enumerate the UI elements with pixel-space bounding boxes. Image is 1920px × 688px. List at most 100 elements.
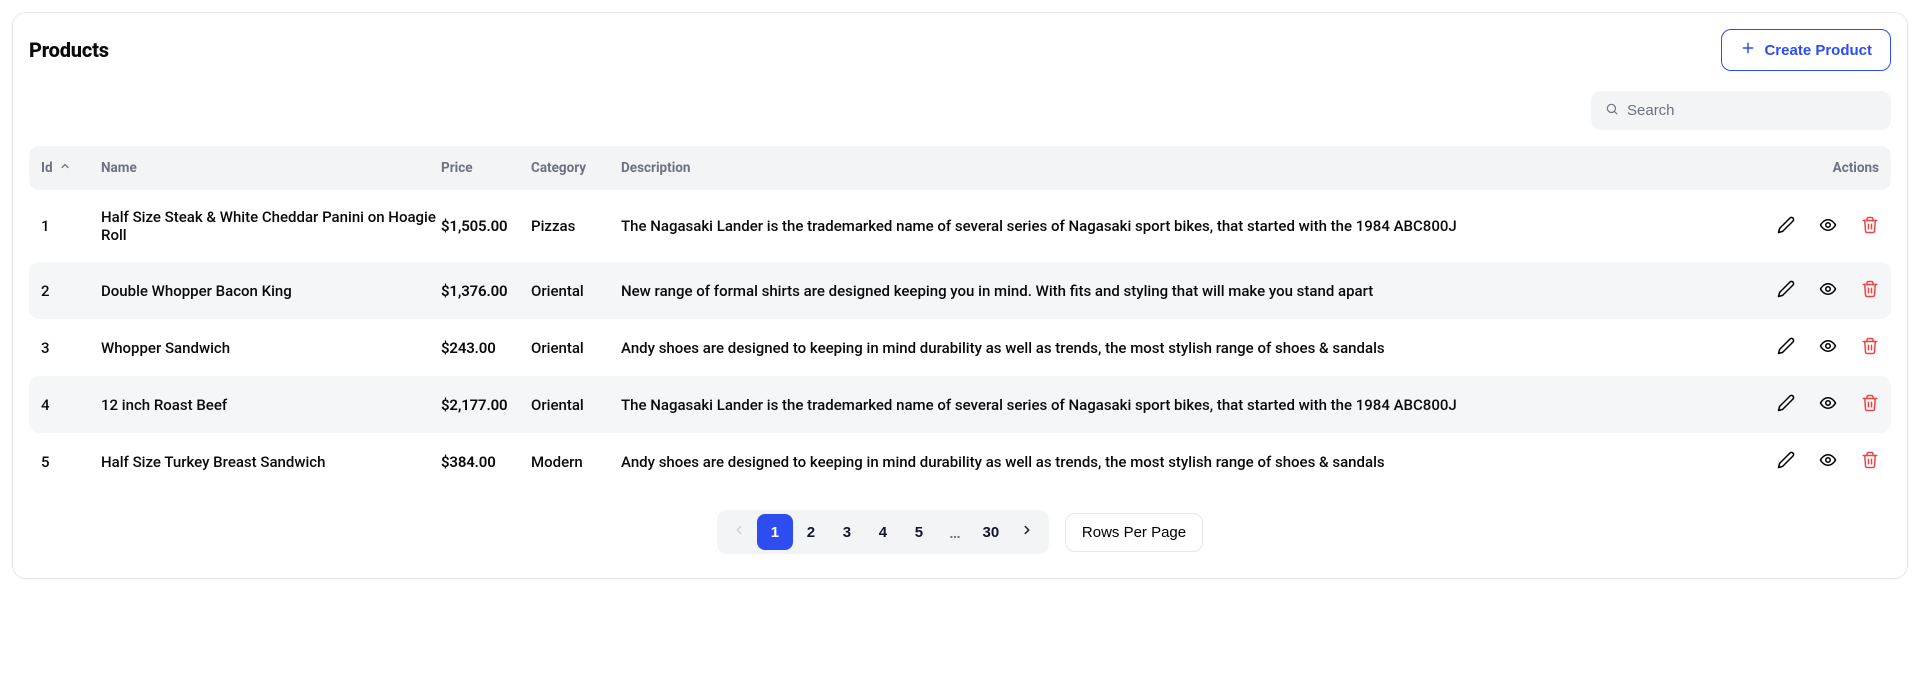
eye-icon (1819, 394, 1837, 415)
edit-button[interactable] (1777, 216, 1795, 237)
cell-id: 3 (41, 339, 101, 357)
view-button[interactable] (1819, 216, 1837, 237)
header-row: Products Create Product (29, 29, 1891, 71)
eye-icon (1819, 280, 1837, 301)
cell-category: Pizzas (531, 217, 621, 235)
search-input[interactable] (1627, 102, 1877, 119)
cell-name: Half Size Steak & White Cheddar Panini o… (101, 208, 441, 244)
edit-button[interactable] (1777, 451, 1795, 472)
pagination-page-2[interactable]: 2 (793, 514, 829, 550)
pagination-page-5[interactable]: 5 (901, 514, 937, 550)
eye-icon (1819, 216, 1837, 237)
pagination-prev[interactable] (721, 514, 757, 550)
view-button[interactable] (1819, 451, 1837, 472)
column-header-price[interactable]: Price (441, 160, 531, 176)
delete-button[interactable] (1861, 337, 1879, 358)
eye-icon (1819, 451, 1837, 472)
table-footer: 12345 … 30 Rows Per Page (29, 510, 1891, 554)
search-wrap (29, 91, 1891, 130)
cell-description: Andy shoes are designed to keeping in mi… (621, 339, 1719, 357)
search-box[interactable] (1591, 91, 1891, 130)
cell-description: The Nagasaki Lander is the trademarked n… (621, 217, 1719, 235)
cell-description: New range of formal shirts are designed … (621, 282, 1719, 300)
edit-button[interactable] (1777, 337, 1795, 358)
pagination-page-3[interactable]: 3 (829, 514, 865, 550)
delete-button[interactable] (1861, 280, 1879, 301)
chevron-left-icon (732, 523, 746, 541)
cell-category: Oriental (531, 339, 621, 357)
cell-actions (1719, 451, 1879, 472)
column-header-name[interactable]: Name (101, 160, 441, 176)
pagination-last-page[interactable]: 30 (973, 514, 1009, 550)
cell-name: Half Size Turkey Breast Sandwich (101, 453, 441, 471)
pencil-icon (1777, 280, 1795, 301)
create-product-button[interactable]: Create Product (1721, 29, 1891, 71)
view-button[interactable] (1819, 280, 1837, 301)
view-button[interactable] (1819, 337, 1837, 358)
view-button[interactable] (1819, 394, 1837, 415)
cell-id: 5 (41, 453, 101, 471)
trash-icon (1861, 280, 1879, 301)
sort-asc-icon (59, 160, 71, 176)
trash-icon (1861, 216, 1879, 237)
column-header-id[interactable]: Id (41, 160, 101, 176)
cell-description: Andy shoes are designed to keeping in mi… (621, 453, 1719, 471)
edit-button[interactable] (1777, 394, 1795, 415)
trash-icon (1861, 394, 1879, 415)
cell-id: 4 (41, 396, 101, 414)
column-header-actions: Actions (1719, 160, 1879, 176)
pagination-ellipsis: … (937, 523, 973, 542)
cell-price: $1,376.00 (441, 282, 531, 300)
pagination-next[interactable] (1009, 514, 1045, 550)
pencil-icon (1777, 216, 1795, 237)
trash-icon (1861, 337, 1879, 358)
table-body: 1Half Size Steak & White Cheddar Panini … (29, 190, 1891, 490)
table-header: Id Name Price Category Description Actio… (29, 146, 1891, 190)
cell-price: $243.00 (441, 339, 531, 357)
pencil-icon (1777, 337, 1795, 358)
cell-id: 1 (41, 217, 101, 235)
cell-price: $384.00 (441, 453, 531, 471)
cell-actions (1719, 394, 1879, 415)
delete-button[interactable] (1861, 451, 1879, 472)
table-row: 1Half Size Steak & White Cheddar Panini … (29, 190, 1891, 262)
cell-actions (1719, 280, 1879, 301)
column-header-category[interactable]: Category (531, 160, 621, 176)
search-icon (1605, 101, 1619, 120)
column-header-description[interactable]: Description (621, 160, 1719, 176)
column-id-label: Id (41, 160, 53, 176)
pagination-page-4[interactable]: 4 (865, 514, 901, 550)
cell-id: 2 (41, 282, 101, 300)
cell-category: Oriental (531, 396, 621, 414)
pencil-icon (1777, 451, 1795, 472)
cell-price: $1,505.00 (441, 217, 531, 235)
edit-button[interactable] (1777, 280, 1795, 301)
table-row: 412 inch Roast Beef$2,177.00OrientalThe … (29, 376, 1891, 433)
chevron-right-icon (1020, 523, 1034, 541)
products-table: Id Name Price Category Description Actio… (29, 146, 1891, 490)
table-row: 3Whopper Sandwich$243.00OrientalAndy sho… (29, 319, 1891, 376)
pagination-page-1[interactable]: 1 (757, 514, 793, 550)
table-row: 5Half Size Turkey Breast Sandwich$384.00… (29, 433, 1891, 490)
pencil-icon (1777, 394, 1795, 415)
cell-name: Double Whopper Bacon King (101, 282, 441, 300)
cell-description: The Nagasaki Lander is the trademarked n… (621, 396, 1719, 414)
cell-price: $2,177.00 (441, 396, 531, 414)
page-title: Products (29, 38, 109, 62)
table-row: 2Double Whopper Bacon King$1,376.00Orien… (29, 262, 1891, 319)
pagination: 12345 … 30 (717, 510, 1049, 554)
cell-category: Oriental (531, 282, 621, 300)
cell-name: 12 inch Roast Beef (101, 396, 441, 414)
delete-button[interactable] (1861, 216, 1879, 237)
products-card: Products Create Product Id Name Price Ca… (12, 12, 1908, 579)
create-product-label: Create Product (1764, 42, 1872, 59)
rows-per-page-button[interactable]: Rows Per Page (1065, 513, 1203, 552)
trash-icon (1861, 451, 1879, 472)
delete-button[interactable] (1861, 394, 1879, 415)
cell-category: Modern (531, 453, 621, 471)
plus-icon (1740, 40, 1756, 60)
eye-icon (1819, 337, 1837, 358)
cell-name: Whopper Sandwich (101, 339, 441, 357)
cell-actions (1719, 337, 1879, 358)
cell-actions (1719, 216, 1879, 237)
